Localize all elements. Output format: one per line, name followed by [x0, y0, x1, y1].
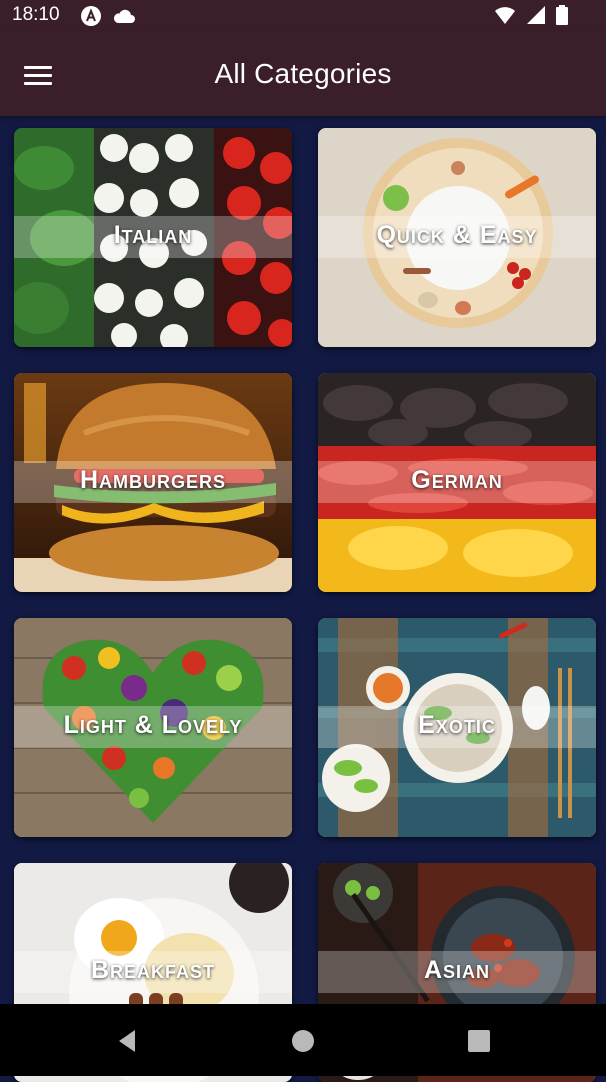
category-label: Italian — [113, 221, 193, 249]
battery-icon — [556, 5, 568, 25]
category-card-exotic[interactable]: Exotic — [318, 618, 596, 837]
category-card-italian[interactable]: Italian — [14, 128, 292, 347]
home-icon[interactable] — [290, 1028, 316, 1054]
status-bar: 18:10 — [0, 0, 606, 32]
recents-icon[interactable] — [466, 1028, 492, 1054]
category-label: German — [411, 466, 503, 494]
category-label: Light & Lovely — [63, 711, 243, 739]
category-label: Hamburgers — [79, 466, 227, 494]
category-card-light-lovely[interactable]: Light & Lovely — [14, 618, 292, 837]
wifi-icon — [495, 7, 515, 24]
maps-a-icon — [81, 6, 101, 26]
category-label: Asian — [423, 956, 491, 984]
category-card-german[interactable]: German — [318, 373, 596, 592]
category-card-quick-easy[interactable]: Quick & Easy — [318, 128, 596, 347]
category-label: Breakfast — [90, 956, 216, 984]
category-label: Exotic — [418, 711, 496, 739]
category-card-hamburgers[interactable]: Hamburgers — [14, 373, 292, 592]
category-grid: Italian Quick & Easy Hamburgers German L… — [14, 128, 596, 1082]
page-title: All Categories — [214, 58, 392, 89]
category-label: Quick & Easy — [376, 221, 538, 249]
cloud-icon — [113, 9, 135, 23]
app-bar: All Categories — [0, 32, 606, 116]
back-icon[interactable] — [115, 1028, 141, 1054]
system-nav-bar — [0, 1004, 606, 1076]
signal-icon — [527, 6, 545, 24]
status-time: 18:10 — [12, 4, 60, 25]
